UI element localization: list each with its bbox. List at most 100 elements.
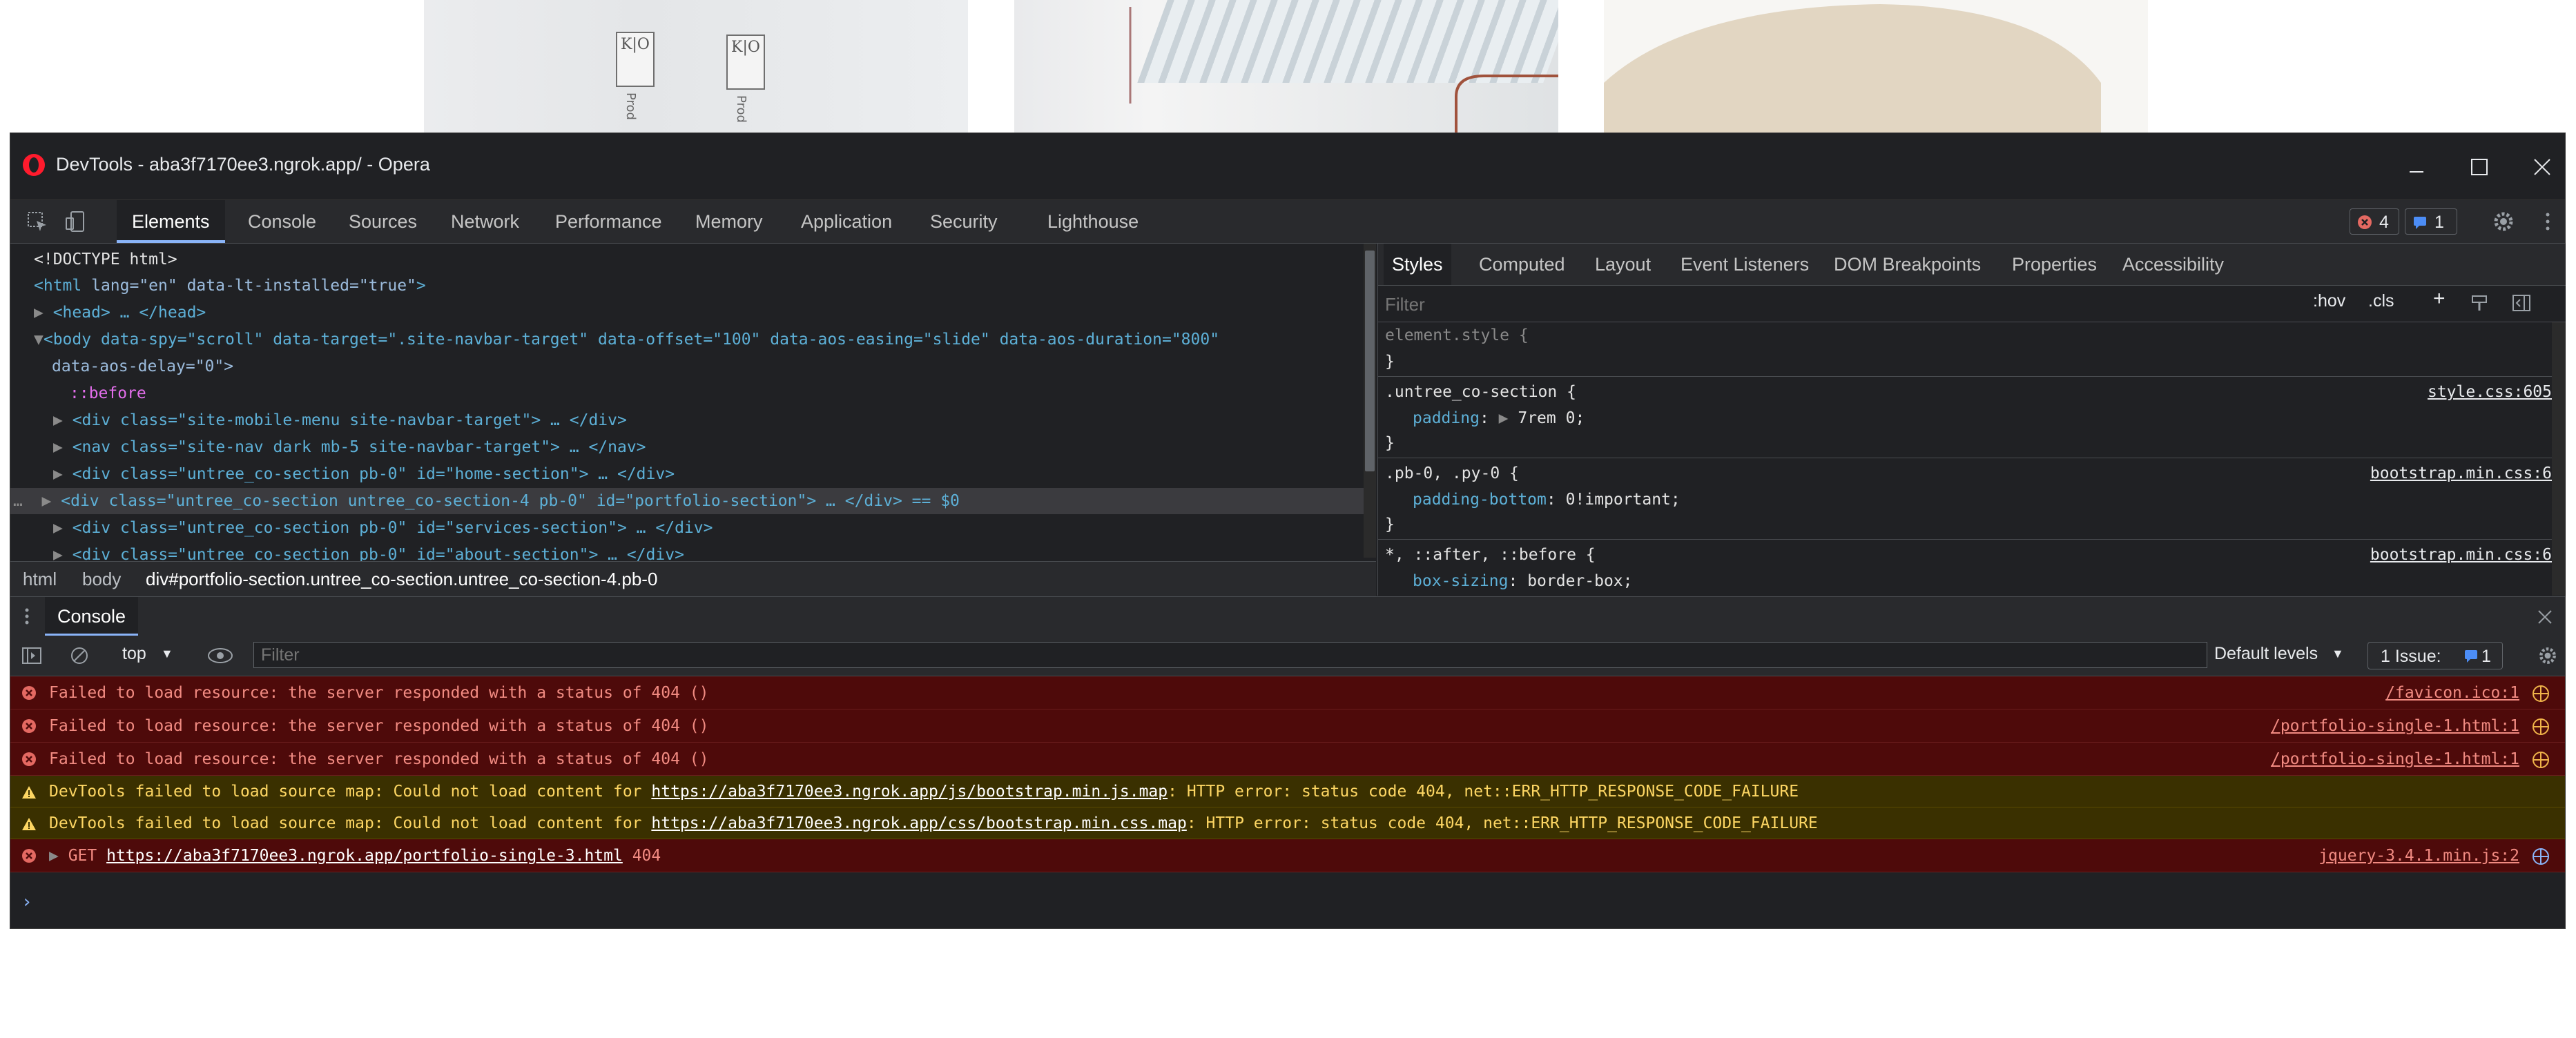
tab-computed[interactable]: Computed: [1479, 244, 1565, 285]
rule-source-link[interactable]: bootstrap.min.css:6: [2370, 460, 2552, 487]
console-message-warning[interactable]: DevTools failed to load source map: Coul…: [10, 776, 2565, 807]
prop-name[interactable]: padding: [1413, 409, 1480, 427]
message-source-link[interactable]: /favicon.ico:1: [2385, 676, 2519, 709]
portfolio-image-architecture[interactable]: [1014, 0, 1558, 133]
console-message-error[interactable]: ▶ GET https://aba3f7170ee3.ngrok.app/por…: [10, 839, 2565, 872]
request-link[interactable]: https://aba3f7170ee3.ngrok.app/portfolio…: [106, 847, 623, 865]
tab-memory[interactable]: Memory: [695, 200, 763, 243]
clear-icon[interactable]: [70, 646, 89, 665]
tab-styles[interactable]: Styles: [1384, 244, 1451, 285]
dom-node-selected[interactable]: … ▶ <div class="untree_co-section untree…: [10, 488, 1364, 514]
breadcrumb-html[interactable]: html: [23, 562, 57, 596]
elements-scroll-thumb[interactable]: [1365, 251, 1375, 471]
close-icon[interactable]: [2536, 608, 2554, 626]
network-globe-icon[interactable]: [2532, 751, 2550, 769]
portfolio-image-pottery[interactable]: [1604, 0, 2148, 133]
style-rule[interactable]: element.style { }: [1378, 322, 2552, 377]
dom-node[interactable]: ::before: [10, 380, 1364, 407]
dom-node[interactable]: ▶ <nav class="site-nav dark mb-5 site-na…: [10, 434, 1364, 460]
title-bar[interactable]: DevTools - aba3f7170ee3.ngrok.app/ - Ope…: [10, 133, 2565, 200]
tab-accessibility[interactable]: Accessibility: [2122, 244, 2224, 285]
tab-performance[interactable]: Performance: [555, 200, 662, 243]
console-filter-input[interactable]: [253, 642, 2207, 668]
style-rule[interactable]: .untree_co-section { style.css:605 paddi…: [1378, 378, 2552, 458]
tab-network[interactable]: Network: [451, 200, 519, 243]
new-rule-icon[interactable]: +: [2433, 287, 2446, 311]
dom-node[interactable]: ▶ <div class="site-mobile-menu site-navb…: [10, 407, 1364, 433]
dom-node[interactable]: ▶ <div class="untree_co-section pb-0" id…: [10, 515, 1364, 541]
error-count-badge[interactable]: 4: [2350, 208, 2399, 235]
issue-count-badge[interactable]: 1: [2405, 208, 2457, 235]
dom-node[interactable]: <!DOCTYPE html>: [10, 246, 1364, 273]
console-message-error[interactable]: Failed to load resource: the server resp…: [10, 743, 2565, 776]
tab-elements[interactable]: Elements: [117, 200, 225, 243]
console-message-error[interactable]: Failed to load resource: the server resp…: [10, 709, 2565, 743]
network-globe-icon[interactable]: [2532, 848, 2550, 865]
network-globe-icon[interactable]: [2532, 685, 2550, 703]
tab-lighthouse[interactable]: Lighthouse: [1047, 200, 1139, 243]
sidebar-toggle-icon[interactable]: [21, 647, 42, 665]
elements-dom-tree[interactable]: <!DOCTYPE html> <html lang="en" data-lt-…: [10, 244, 1376, 561]
cls-toggle[interactable]: .cls: [2368, 291, 2394, 311]
console-prompt[interactable]: ›: [21, 892, 32, 912]
dom-node[interactable]: ▶ <head> … </head>: [10, 300, 1364, 326]
log-levels-dropdown[interactable]: Default levels: [2214, 644, 2318, 664]
tab-console[interactable]: Console: [248, 200, 316, 243]
message-source-link[interactable]: /portfolio-single-1.html:1: [2271, 743, 2519, 776]
rule-source-link[interactable]: bootstrap.min.css:6: [2370, 542, 2552, 568]
issues-button[interactable]: 1 Issue: 1: [2367, 642, 2503, 669]
dom-node[interactable]: data-aos-delay="0">: [10, 353, 1364, 380]
dom-node[interactable]: ▶ <div class="untree_co-section pb-0" id…: [10, 461, 1364, 487]
error-count: 4: [2379, 213, 2389, 232]
portfolio-image-boxes[interactable]: K|O Prod K|O Prod: [424, 0, 968, 133]
tab-application[interactable]: Application: [801, 200, 892, 243]
prop-value[interactable]: 7rem 0;: [1518, 409, 1585, 427]
prop-value[interactable]: 0!important;: [1566, 491, 1681, 509]
context-dropdown-arrow[interactable]: ▼: [161, 647, 173, 661]
log-levels-arrow: ▼: [2332, 647, 2344, 660]
prop-name[interactable]: box-sizing: [1413, 572, 1508, 590]
tab-security[interactable]: Security: [930, 200, 998, 243]
sidebar-icon[interactable]: [2512, 294, 2531, 312]
tab-sources[interactable]: Sources: [349, 200, 417, 243]
hov-toggle[interactable]: :hov: [2313, 291, 2345, 311]
rule-source-link[interactable]: style.css:605: [2428, 379, 2552, 405]
rule-selector: .untree_co-section {: [1385, 383, 1576, 401]
dom-node[interactable]: ▼<body data-spy="scroll" data-target=".s…: [10, 326, 1364, 353]
console-message-warning[interactable]: DevTools failed to load source map: Coul…: [10, 807, 2565, 839]
context-selector[interactable]: top: [122, 644, 146, 664]
styles-filter-input[interactable]: [1384, 291, 2284, 317]
paint-brush-icon[interactable]: [2470, 294, 2488, 312]
message-source-link[interactable]: jquery-3.4.1.min.js:2: [2318, 839, 2519, 872]
network-globe-icon[interactable]: [2532, 718, 2550, 736]
prop-name[interactable]: padding-bottom: [1413, 491, 1547, 509]
style-rule[interactable]: *, ::after, ::before { bootstrap.min.css…: [1378, 540, 2552, 596]
maximize-button[interactable]: [2458, 146, 2499, 187]
minimize-button[interactable]: [2396, 146, 2437, 187]
breadcrumb-div[interactable]: div#portfolio-section.untree_co-section.…: [146, 562, 657, 596]
eye-icon[interactable]: [206, 647, 234, 665]
tab-event-listeners[interactable]: Event Listeners: [1681, 244, 1809, 285]
drawer-tab-console[interactable]: Console: [45, 597, 139, 636]
gear-icon[interactable]: [2492, 210, 2515, 233]
kebab-icon[interactable]: [19, 607, 35, 626]
styles-scrollbar[interactable]: [2552, 322, 2566, 596]
sourcemap-link[interactable]: https://aba3f7170ee3.ngrok.app/css/boots…: [651, 814, 1186, 832]
console-message-error[interactable]: Failed to load resource: the server resp…: [10, 676, 2565, 709]
tab-dom-breakpoints[interactable]: DOM Breakpoints: [1834, 244, 1981, 285]
tab-layout[interactable]: Layout: [1595, 244, 1651, 285]
dom-node[interactable]: ▶ <div class="untree_co-section pb-0" id…: [10, 542, 1364, 561]
sourcemap-link[interactable]: https://aba3f7170ee3.ngrok.app/js/bootst…: [651, 783, 1168, 801]
message-source-link[interactable]: /portfolio-single-1.html:1: [2271, 709, 2519, 743]
style-rule[interactable]: .pb-0, .py-0 { bootstrap.min.css:6 paddi…: [1378, 459, 2552, 540]
console-settings-gear-icon[interactable]: [2537, 645, 2558, 666]
device-toolbar-icon[interactable]: [64, 210, 88, 233]
close-window-button[interactable]: [2521, 146, 2562, 187]
tab-properties[interactable]: Properties: [2012, 244, 2097, 285]
prop-value[interactable]: border-box;: [1527, 572, 1632, 590]
inspect-icon[interactable]: [26, 210, 49, 233]
rule-close: }: [1385, 434, 1395, 452]
more-icon[interactable]: [2536, 210, 2559, 233]
breadcrumb-body[interactable]: body: [82, 562, 121, 596]
dom-node[interactable]: <html lang="en" data-lt-installed="true"…: [10, 273, 1364, 299]
